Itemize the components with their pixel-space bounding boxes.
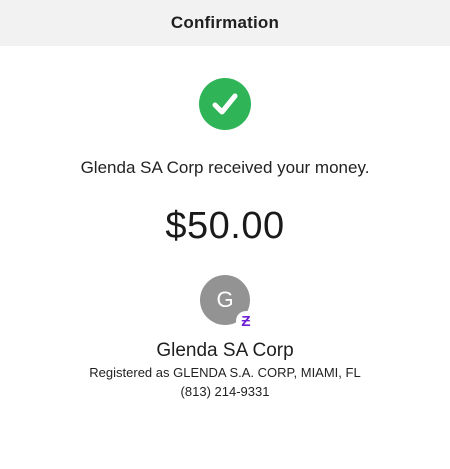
checkmark-circle-icon: [199, 78, 251, 130]
payment-amount: $50.00: [165, 205, 285, 247]
header-bar: Confirmation: [0, 0, 450, 46]
recipient-name: Glenda SA Corp: [156, 340, 294, 361]
badge-glyph: Ƶ: [241, 312, 251, 330]
confirmation-message: Glenda SA Corp received your money.: [80, 158, 370, 177]
recipient-phone: (813) 214-9331: [180, 384, 270, 399]
checkmark-icon: [212, 93, 238, 115]
cash-app-badge-icon: Ƶ: [236, 311, 256, 331]
page-title: Confirmation: [170, 13, 280, 32]
recipient-registration: Registered as GLENDA S.A. CORP, MIAMI, F…: [89, 365, 361, 380]
avatar-initial: G: [216, 287, 234, 312]
